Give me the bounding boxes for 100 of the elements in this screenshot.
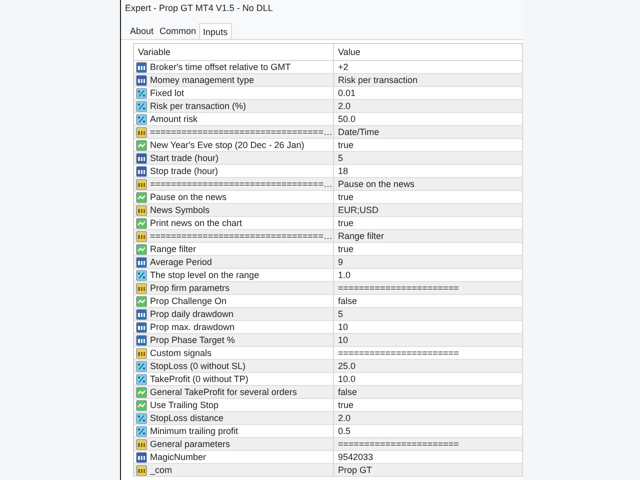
variable-type-icon	[136, 400, 147, 410]
value-cell[interactable]: Range filter	[334, 230, 523, 243]
variable-name: MagicNumber	[150, 451, 206, 463]
value-cell[interactable]: true	[334, 399, 523, 412]
variable-cell[interactable]: Pause on the news	[134, 191, 334, 204]
value-cell[interactable]: Date/Time	[334, 126, 523, 139]
variable-cell[interactable]: Prop firm parametrs	[134, 282, 334, 295]
variable-cell[interactable]: Start trade (hour)	[134, 152, 334, 165]
tab[interactable]: Inputs	[199, 23, 232, 39]
variable-cell[interactable]: News Symbols	[134, 204, 334, 217]
variable-cell[interactable]: =================================…	[134, 230, 334, 243]
value-cell[interactable]: true	[334, 217, 523, 230]
column-header[interactable]: Variable	[134, 44, 334, 61]
variable-name: =================================…	[150, 126, 332, 138]
variable-cell[interactable]: New Year's Eve stop (20 Dec - 26 Jan)	[134, 139, 334, 152]
value-cell[interactable]: true	[334, 191, 523, 204]
variable-type-icon	[136, 386, 147, 398]
variable-type-icon	[136, 88, 147, 98]
value-cell[interactable]: 18	[334, 165, 523, 178]
variable-name: General TakeProfit for several orders	[150, 386, 297, 398]
value-cell[interactable]: 2.0	[334, 412, 523, 425]
variable-cell[interactable]: General parameters	[134, 438, 334, 451]
value-cell[interactable]: +2	[334, 61, 523, 74]
variable-name: Broker's time offset relative to GMT	[150, 61, 291, 73]
value-cell[interactable]: 2.0	[334, 100, 523, 113]
variable-cell[interactable]: Fixed lot	[134, 87, 334, 100]
value-cell[interactable]: 10	[334, 321, 523, 334]
variable-type-icon	[136, 178, 147, 190]
variable-cell[interactable]: MagicNumber	[134, 451, 334, 464]
variable-name: =================================…	[150, 178, 332, 190]
variable-type-icon	[136, 74, 147, 86]
variable-name: Amount risk	[150, 113, 198, 125]
value-cell[interactable]: 50.0	[334, 113, 523, 126]
variable-cell[interactable]: Broker's time offset relative to GMT	[134, 61, 334, 74]
variable-cell[interactable]: Average Period	[134, 256, 334, 269]
variable-type-icon	[136, 100, 147, 112]
value-cell[interactable]: 25.0	[334, 360, 523, 373]
variable-cell[interactable]: The stop level on the range	[134, 269, 334, 282]
variable-cell[interactable]: Prop max. drawdown	[134, 321, 334, 334]
variable-cell[interactable]: Range filter	[134, 243, 334, 256]
tab[interactable]: Common	[156, 23, 200, 39]
variable-cell[interactable]: General TakeProfit for several orders	[134, 386, 334, 399]
variable-cell[interactable]: StopLoss (0 without SL)	[134, 360, 334, 373]
variable-cell[interactable]: _com	[134, 464, 334, 477]
value-cell[interactable]: 0.5	[334, 425, 523, 438]
variable-cell[interactable]: Stop trade (hour)	[134, 165, 334, 178]
value-cell[interactable]: EUR;USD	[334, 204, 523, 217]
variable-name: Risk per transaction (%)	[150, 100, 246, 112]
value-cell[interactable]: true	[334, 139, 523, 152]
variable-cell[interactable]: TakeProfit (0 without TP)	[134, 373, 334, 386]
value-cell[interactable]: true	[334, 243, 523, 256]
variable-name: =================================…	[150, 230, 332, 242]
value-cell[interactable]: =======================	[334, 438, 523, 451]
variable-cell[interactable]: Momey management type	[134, 74, 334, 87]
tab[interactable]: About	[127, 23, 157, 39]
variable-cell[interactable]: Amount risk	[134, 113, 334, 126]
variable-type-icon	[136, 360, 147, 372]
variable-type-icon	[136, 270, 147, 280]
value-cell[interactable]: 10.0	[334, 373, 523, 386]
variable-name: Prop max. drawdown	[150, 321, 235, 333]
value-cell[interactable]: 9542033	[334, 451, 523, 464]
variable-cell[interactable]: Risk per transaction (%)	[134, 100, 334, 113]
value-cell[interactable]: 0.01	[334, 87, 523, 100]
window-title: Expert - Prop GT MT4 V1.5 - No DLL	[124, 2, 274, 15]
value-cell[interactable]: 5	[334, 152, 523, 165]
value-cell[interactable]: false	[334, 295, 523, 308]
variable-cell[interactable]: Custom signals	[134, 347, 334, 360]
variable-cell[interactable]: =================================…	[134, 178, 334, 191]
variable-type-icon	[136, 374, 147, 384]
value-cell[interactable]: Risk per transaction	[334, 74, 523, 87]
variable-cell[interactable]: Prop Phase Target %	[134, 334, 334, 347]
variable-cell[interactable]: Minimum trailing profit	[134, 425, 334, 438]
variable-name: Prop firm parametrs	[150, 282, 230, 294]
variable-type-icon	[136, 152, 147, 164]
variable-cell[interactable]: Prop daily drawdown	[134, 308, 334, 321]
variable-cell[interactable]: StopLoss distance	[134, 412, 334, 425]
variable-cell[interactable]: Print news on the chart	[134, 217, 334, 230]
variable-type-icon	[136, 348, 147, 358]
value-cell[interactable]: Prop GT	[334, 464, 523, 477]
value-cell[interactable]: 5	[334, 308, 523, 321]
variable-type-icon	[136, 218, 147, 228]
value-cell[interactable]: 10	[334, 334, 523, 347]
variable-name: Custom signals	[150, 347, 212, 359]
variable-name: General parameters	[150, 438, 230, 450]
variable-cell[interactable]: =================================…	[134, 126, 334, 139]
value-cell[interactable]: =======================	[334, 282, 523, 295]
variable-name: Range filter	[150, 243, 196, 255]
variable-type-icon	[136, 426, 147, 436]
variable-cell[interactable]: Prop Challenge On	[134, 295, 334, 308]
value-cell[interactable]: =======================	[334, 347, 523, 360]
variable-type-icon	[136, 204, 147, 216]
variable-type-icon	[136, 256, 147, 268]
value-cell[interactable]: 1.0	[334, 269, 523, 282]
value-cell[interactable]: 9	[334, 256, 523, 269]
variable-type-icon	[136, 62, 147, 72]
value-cell[interactable]: false	[334, 386, 523, 399]
value-cell[interactable]: Pause on the news	[334, 178, 523, 191]
column-header[interactable]: Value	[334, 44, 523, 61]
variable-cell[interactable]: Use Trailing Stop	[134, 399, 334, 412]
variable-name: Prop Challenge On	[150, 295, 227, 307]
